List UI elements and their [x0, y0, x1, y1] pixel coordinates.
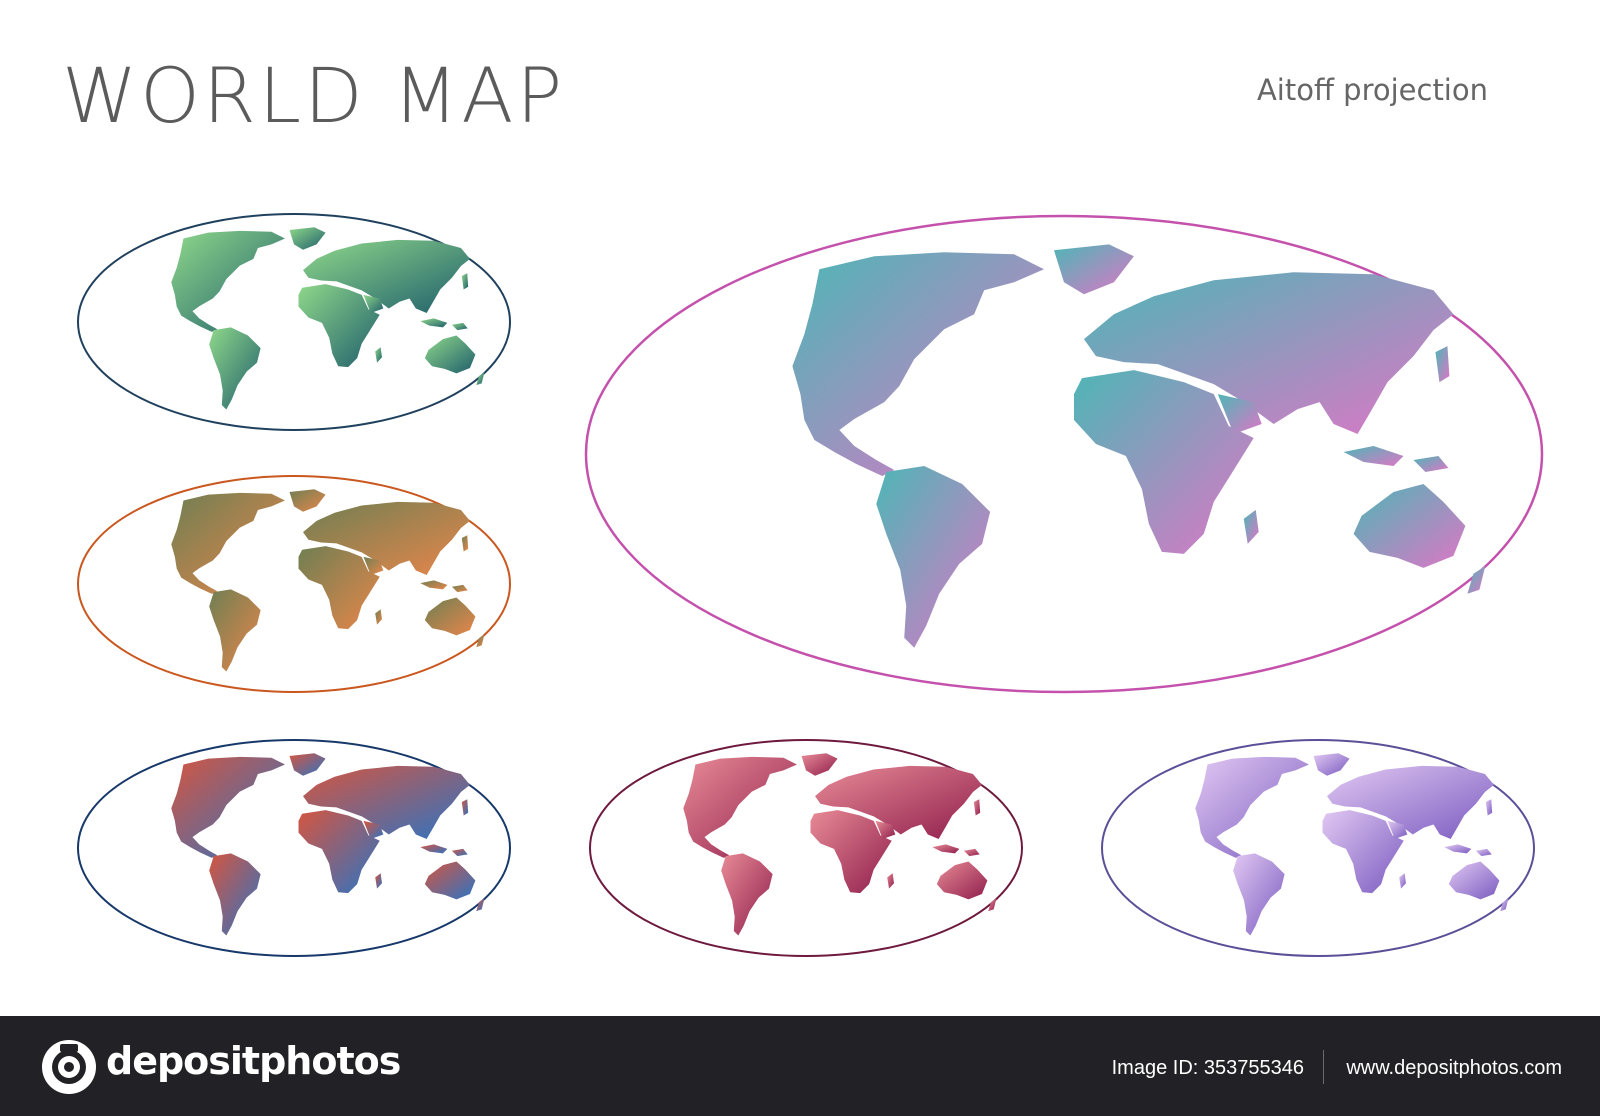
image-id: Image ID: 353755346 — [1111, 1057, 1304, 1079]
world-map-pink-maroon — [589, 739, 1023, 957]
watermark-footer: depositphotos Image ID: 353755346 www.de… — [0, 1016, 1600, 1116]
world-map-teal-pink-large — [584, 214, 1544, 694]
continents-shape — [171, 227, 485, 410]
maps-canvas — [77, 213, 1544, 957]
world-map-lilac-violet — [1101, 739, 1535, 957]
world-map-olive-orange — [77, 475, 511, 693]
brand-name: depositphotos — [106, 1039, 401, 1083]
footer-separator — [1323, 1050, 1324, 1084]
continents-shape — [1195, 753, 1509, 936]
continents-shape — [683, 753, 997, 936]
world-map-red-blue — [77, 739, 511, 957]
continents-shape — [171, 489, 485, 672]
continents-shape — [792, 244, 1486, 648]
world-map-green-teal — [77, 213, 511, 431]
site-url: www.depositphotos.com — [1346, 1057, 1562, 1079]
continents-shape — [171, 753, 485, 936]
camera-aperture-icon — [42, 1040, 96, 1094]
